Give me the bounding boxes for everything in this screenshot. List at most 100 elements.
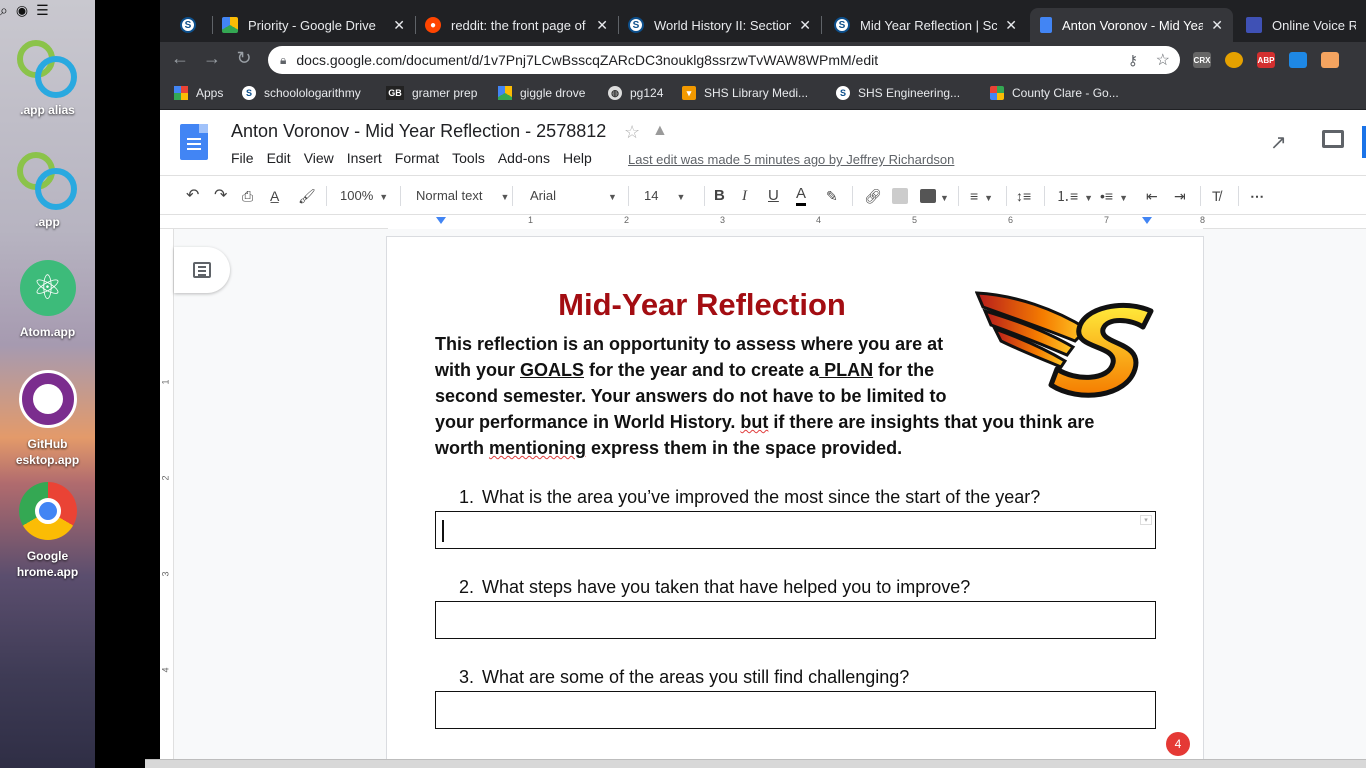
mac-dock xyxy=(145,759,1366,768)
schoology-icon: S xyxy=(242,86,256,100)
activity-trend-icon[interactable]: ↗ xyxy=(1270,130,1287,155)
bookmark-shs-engineering[interactable]: S SHS Engineering... xyxy=(836,86,960,100)
highlight-icon[interactable]: ✎ xyxy=(826,186,838,206)
image-dropdown-icon[interactable]: ▼ xyxy=(940,186,949,206)
ruler-number: 3 xyxy=(720,215,726,225)
tab-mid-year-reflection[interactable]: S Mid Year Reflection | Sch ✕ xyxy=(824,8,1027,42)
underline-button[interactable]: U xyxy=(768,186,779,206)
crx-extension-icon[interactable]: CRX xyxy=(1193,52,1211,68)
increase-indent-icon[interactable]: ⇥ xyxy=(1174,186,1186,206)
close-tab-icon[interactable]: ✕ xyxy=(799,17,811,34)
notification-center-icon[interactable]: ☰ xyxy=(36,2,49,19)
menu-addons[interactable]: Add-ons xyxy=(498,150,550,166)
bookmark-gramer-prep[interactable]: GB gramer prep xyxy=(386,86,477,100)
spelling-error[interactable]: mentioning xyxy=(489,438,586,458)
redo-icon[interactable]: ↷ xyxy=(214,186,227,206)
close-tab-icon[interactable]: ✕ xyxy=(596,17,608,34)
paint-format-icon[interactable]: 🖌︎ xyxy=(298,186,316,206)
menu-help[interactable]: Help xyxy=(563,150,592,166)
desktop-app[interactable]: .app xyxy=(0,152,95,230)
forward-arrow-icon[interactable]: → xyxy=(200,48,224,69)
bookmark-pg124[interactable]: ◍ pg124 xyxy=(608,86,663,100)
tab-reddit[interactable]: ● reddit: the front page of t ✕ xyxy=(415,8,618,42)
bookmark-apps[interactable]: Apps xyxy=(174,86,223,100)
avatar-extension-icon[interactable] xyxy=(1321,52,1339,68)
bookmark-giggle-drove[interactable]: giggle drove xyxy=(498,86,585,100)
tab-voice-recorder[interactable]: Online Voice Reco xyxy=(1236,8,1366,42)
back-arrow-icon[interactable]: ← xyxy=(168,48,192,69)
bookmark-schoolologarithmy[interactable]: S schoolologarithmy xyxy=(242,86,361,100)
ruler-number: 1 xyxy=(528,215,534,225)
google-docs-logo-icon[interactable] xyxy=(180,124,208,160)
more-options-icon[interactable]: ⋯ xyxy=(1250,186,1264,206)
comment-icon[interactable] xyxy=(1322,130,1344,148)
menu-format[interactable]: Format xyxy=(395,150,439,166)
font-size-select[interactable]: 14 ▼ xyxy=(644,186,685,206)
notification-badge[interactable]: 4 xyxy=(1166,732,1190,756)
move-to-folder-icon[interactable]: ▲ xyxy=(652,122,668,140)
link-icon[interactable]: 🔗︎ xyxy=(864,186,882,206)
tab-world-history[interactable]: S World History II: Section ✕ xyxy=(618,8,821,42)
cell-dropdown-icon[interactable]: ▾ xyxy=(1140,515,1152,525)
numbered-list-icon[interactable]: ⒈≡ ▼ xyxy=(1056,186,1093,206)
menu-file[interactable]: File xyxy=(231,150,254,166)
align-left-icon[interactable]: ≡ ▼ xyxy=(970,186,993,206)
document-page[interactable]: Mid-Year Reflection This reflection is a… xyxy=(387,237,1203,768)
clear-formatting-icon[interactable]: T̸ xyxy=(1212,186,1221,206)
menu-edit[interactable]: Edit xyxy=(267,150,291,166)
spellcheck-icon[interactable]: A̲ xyxy=(270,186,279,206)
left-indent-marker[interactable] xyxy=(436,217,446,224)
menu-tools[interactable]: Tools xyxy=(452,150,485,166)
style-select[interactable]: Normal text ▼ xyxy=(416,186,509,206)
voice-recorder-icon xyxy=(1246,17,1262,33)
desktop-app-alias[interactable]: .app alias xyxy=(0,40,95,118)
tab-google-drive[interactable]: Priority - Google Drive ✕ xyxy=(212,8,415,42)
reload-icon[interactable]: ↻ xyxy=(232,48,256,69)
italic-button[interactable]: I xyxy=(742,186,747,206)
bold-button[interactable]: B xyxy=(714,186,725,206)
star-icon[interactable]: ☆ xyxy=(624,122,640,143)
schoology-icon: S xyxy=(834,17,850,33)
document-title[interactable]: Anton Voronov - Mid Year Reflection - 25… xyxy=(231,121,606,142)
answer-box-2[interactable] xyxy=(435,601,1156,639)
bookmark-star-icon[interactable]: ☆ xyxy=(1156,50,1170,70)
answer-box-1[interactable]: ▾ xyxy=(435,511,1156,549)
docs-header: Anton Voronov - Mid Year Reflection - 25… xyxy=(160,110,1366,175)
bookmark-county-clare[interactable]: County Clare - Go... xyxy=(990,86,1119,100)
adblock-plus-icon[interactable]: ABP xyxy=(1257,52,1275,68)
close-tab-icon[interactable]: ✕ xyxy=(1005,17,1017,34)
share-button[interactable] xyxy=(1362,126,1366,158)
answer-box-3[interactable] xyxy=(435,691,1156,729)
add-comment-icon[interactable] xyxy=(892,188,908,204)
desktop-atom-app[interactable]: ⚛ Atom.app xyxy=(0,260,95,340)
bulleted-list-icon[interactable]: •≡ ▼ xyxy=(1100,186,1128,206)
zoom-select[interactable]: 100% ▼ xyxy=(340,186,388,206)
siri-icon[interactable]: ◉ xyxy=(16,2,28,19)
desktop-github-app[interactable]: GitHub esktop.app xyxy=(0,370,95,468)
menu-view[interactable]: View xyxy=(304,150,334,166)
close-tab-icon[interactable]: ✕ xyxy=(393,17,405,34)
print-icon[interactable]: ⎙ xyxy=(242,186,253,206)
tab-google-doc-active[interactable]: Anton Voronov - Mid Yea ✕ xyxy=(1030,8,1233,42)
font-select[interactable]: Arial ▼ xyxy=(530,186,617,206)
address-bar[interactable]: 🔒︎ docs.google.com/document/d/1v7Pnj7LCw… xyxy=(268,46,1180,74)
spotlight-search-icon[interactable]: ⌕ xyxy=(0,2,8,19)
line-spacing-icon[interactable]: ↕≡ xyxy=(1016,186,1031,206)
last-edit-link[interactable]: Last edit was made 5 minutes ago by Jeff… xyxy=(628,152,954,167)
undo-icon[interactable]: ↶ xyxy=(186,186,199,206)
extension-icon[interactable] xyxy=(1289,52,1307,68)
desktop-chrome-app[interactable]: Google hrome.app xyxy=(0,482,95,580)
menu-insert[interactable]: Insert xyxy=(347,150,382,166)
document-outline-button[interactable] xyxy=(174,247,230,293)
spelling-error[interactable]: but xyxy=(740,412,768,432)
bookmark-shs-library[interactable]: ▾ SHS Library Medi... xyxy=(682,86,808,100)
close-tab-icon[interactable]: ✕ xyxy=(1211,17,1223,34)
owl-extension-icon[interactable] xyxy=(1225,52,1243,68)
decrease-indent-icon[interactable]: ⇤ xyxy=(1146,186,1158,206)
google-drive-icon xyxy=(498,86,512,100)
tab-schoology[interactable]: S xyxy=(170,8,212,42)
key-icon[interactable]: ⚷ xyxy=(1128,52,1138,69)
text-color-button[interactable]: A xyxy=(796,186,807,206)
right-indent-marker[interactable] xyxy=(1142,217,1152,224)
insert-image-icon[interactable] xyxy=(920,189,936,203)
